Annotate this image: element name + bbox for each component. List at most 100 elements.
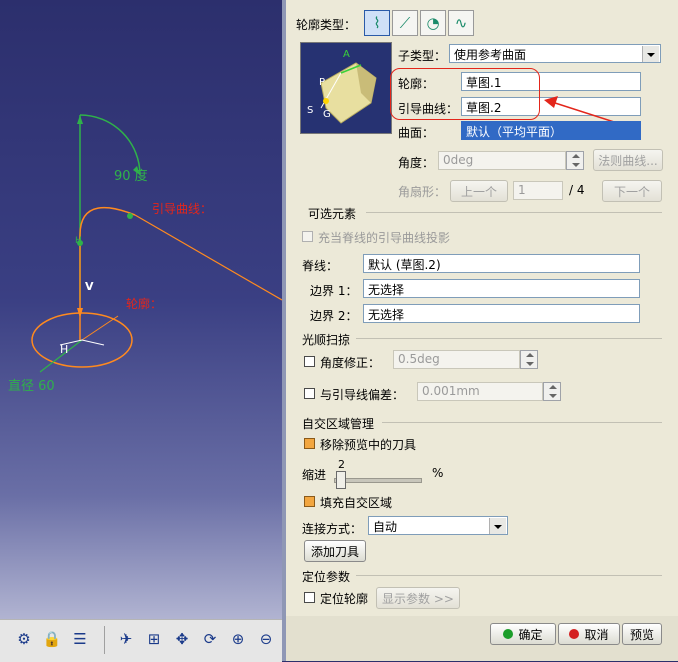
deviation-checkbox[interactable] [304,388,315,399]
self-intersect-title: 自交区域管理 [302,417,375,431]
preview-g-label: G [323,109,331,120]
remove-tools-checkbox[interactable] [304,438,315,449]
indent-unit: % [432,466,444,480]
fill-region-label: 填充自交区域 [320,496,393,510]
add-tool-button[interactable]: 添加刀具 [304,540,366,562]
sector-total: / 4 [569,183,585,197]
connect-label: 连接方式： [302,522,363,536]
smooth-sweep-title: 光顺扫掠 [302,333,351,347]
profile-type-explicit-button[interactable]: ⌇ [364,10,390,36]
deviation-spinner[interactable] [543,382,561,401]
project-guide-label: 充当脊线的引导曲线投影 [318,231,451,245]
angle-correction-label: 角度修正： [320,356,381,370]
cancel-icon [569,629,580,639]
remove-tools-label: 移除预览中的刀具 [320,438,417,452]
angle-input[interactable]: 0deg [438,151,566,170]
optional-elements-title: 可选元素 [308,207,357,221]
smooth-divider [356,338,662,339]
profile-label: 轮廓： [126,297,163,311]
conic-sweep-icon: ∿ [454,14,468,32]
chevron-down-icon[interactable] [642,46,659,62]
angle-correction-spinner[interactable] [520,350,538,369]
zoom-in-icon[interactable]: ⊕ [226,628,250,650]
boundary2-label: 边界 2： [310,309,358,323]
spine-input[interactable]: 默认 (草图.2) [363,254,640,273]
3d-viewport[interactable]: 90 度 引导曲线： 轮廓： 直径 60 V H H [0,0,282,661]
cancel-label: 取消 [584,627,609,642]
boundary1-input[interactable]: 无选择 [363,279,640,298]
preview-s-label: S [307,105,314,116]
position-profile-checkbox[interactable] [304,592,315,603]
indent-label: 缩进 [302,468,327,482]
guide-curve [79,206,136,236]
bottom-toolbar: ⚙ 🔒 ☰ ✈ ⊞ ✥ ⟳ ⊕ ⊖ [0,619,282,662]
spine-label: 脊线： [302,259,339,273]
sweep-dialog: 轮廓类型： ⌇ ⟋ ◔ ∿ A P S G 子类型： 使用参考曲面 轮廓： 草图… [282,0,678,661]
explicit-sweep-icon: ⌇ [373,14,381,32]
lock-icon[interactable]: 🔒 [40,628,64,650]
sweep-preview-image: A P S G [300,42,392,134]
subtype-value: 使用参考曲面 [454,48,527,62]
guide-point-marker [127,213,133,219]
connect-select[interactable]: 自动 [368,516,508,535]
angle-label: 角度： [398,156,435,170]
ok-button[interactable]: 确定 [490,623,556,645]
rotate-icon[interactable]: ⟳ [198,628,222,650]
indent-value: 2 [338,458,345,471]
indent-slider-track[interactable] [334,478,422,483]
preview-p-label: P [319,77,326,88]
sector-input[interactable]: 1 [513,181,563,200]
pan-icon[interactable]: ✥ [170,628,194,650]
zoom-out-icon[interactable]: ⊖ [254,628,278,650]
position-divider [356,575,662,576]
next-button[interactable]: 下一个 [602,180,662,202]
guide-extension-line [134,214,282,301]
chevron-down-icon[interactable] [489,518,506,534]
preview-a-label: A [343,49,350,60]
indent-slider-thumb[interactable] [335,471,346,489]
profile-type-circle-button[interactable]: ◔ [420,10,446,36]
list-icon[interactable]: ☰ [68,628,92,650]
fit-all-icon[interactable]: ⊞ [142,628,166,650]
profile-type-label: 轮廓类型： [296,18,357,32]
highlight-ellipse [390,68,540,120]
line-sweep-icon: ⟋ [399,14,411,32]
angle-correction-checkbox[interactable] [304,356,315,367]
ok-icon [503,629,514,639]
law-curve-button[interactable]: 法则曲线... [593,149,663,171]
surface-label: 曲面： [398,126,435,140]
preview-button[interactable]: 预览 [622,623,662,645]
tree-icon[interactable]: ⚙ [12,628,36,650]
cancel-button[interactable]: 取消 [558,623,620,645]
guide-curve-label: 引导曲线： [152,202,213,216]
v-axis-label: V [85,280,94,293]
position-profile-label: 定位轮廓 [320,592,369,606]
angle-correction-input[interactable]: 0.5deg [393,350,520,369]
subtype-select[interactable]: 使用参考曲面 [449,44,661,63]
subtype-label: 子类型： [398,49,447,63]
self-intersect-divider [382,422,662,423]
h-vertical-label: H [75,236,82,246]
surface-input[interactable]: 默认（平均平面） [461,121,641,140]
ok-label: 确定 [518,627,543,642]
angle-label: 90 度 [114,169,148,184]
profile-type-line-button[interactable]: ⟋ [392,10,418,36]
position-params-title: 定位参数 [302,570,351,584]
sector-label: 角扇形： [398,185,447,199]
show-params-button[interactable]: 显示参数 >> [376,587,460,609]
profile-radial-line [81,315,119,341]
fly-icon[interactable]: ✈ [114,628,138,650]
previous-button[interactable]: 上一个 [450,180,508,202]
toolbar-divider [104,626,105,654]
h-axis-label: H [60,343,69,356]
fill-region-checkbox[interactable] [304,496,315,507]
profile-type-conic-button[interactable]: ∿ [448,10,474,36]
optional-divider [366,212,662,213]
boundary1-label: 边界 1： [310,284,358,298]
circle-sweep-icon: ◔ [426,14,440,32]
diameter-label: 直径 60 [8,379,55,394]
boundary2-input[interactable]: 无选择 [363,304,640,323]
angle-spinner[interactable] [566,151,584,170]
project-guide-checkbox[interactable] [302,231,313,242]
deviation-input[interactable]: 0.001mm [417,382,543,401]
